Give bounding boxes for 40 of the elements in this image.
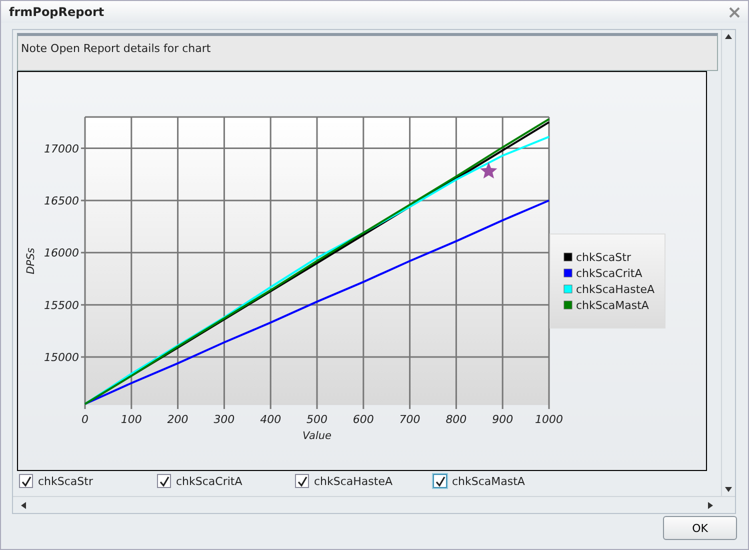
series-checkbox[interactable]: chkScaStr [19,474,157,488]
down-arrow-icon[interactable] [725,487,732,492]
x-tick-label: 300 [214,413,235,426]
x-tick-label: 900 [492,413,514,426]
y-tick-label: 15000 [44,351,79,364]
legend-label: chkScaMastA [576,299,649,312]
x-tick-label: 600 [352,413,374,426]
y-tick-label: 17000 [44,142,79,156]
ok-button[interactable]: OK [663,516,737,540]
x-axis-label: Value [302,430,332,442]
x-tick-label: 500 [306,413,328,426]
checkmark-icon [434,476,446,486]
y-tick-label: 16500 [44,194,79,208]
note-text: Note Open Report details for chart [21,42,211,55]
legend-label: chkScaCritA [576,267,642,280]
y-tick-label: 16000 [44,246,79,260]
x-tick-label: 100 [120,413,142,426]
x-tick-label: 700 [399,413,420,426]
window-title: frmPopReport [9,5,104,19]
vertical-scrollbar[interactable] [721,30,735,496]
series-checkbox[interactable]: chkScaHasteA [295,474,433,488]
x-tick-label: 200 [167,413,188,426]
star-marker [480,162,498,178]
series-checkbox[interactable]: chkScaMastA [433,474,571,488]
x-tick-label: 400 [260,413,282,426]
left-arrow-icon[interactable] [21,502,26,508]
x-tick-label: 1000 [535,413,563,426]
y-tick-label: 15500 [44,298,79,312]
checkmark-icon [296,476,308,486]
series-checkbox[interactable]: chkScaCritA [157,474,295,488]
close-icon[interactable] [729,6,740,18]
legend-label: chkScaStr [576,251,631,264]
x-tick-label: 0 [82,413,88,426]
legend-label: chkScaHasteA [576,283,655,296]
up-arrow-icon[interactable] [725,34,732,39]
checkmark-icon [158,476,170,486]
y-axis-label: DPSs [25,248,37,274]
checkmark-icon [20,476,32,486]
right-arrow-icon[interactable] [708,502,713,508]
x-tick-label: 800 [446,413,467,426]
